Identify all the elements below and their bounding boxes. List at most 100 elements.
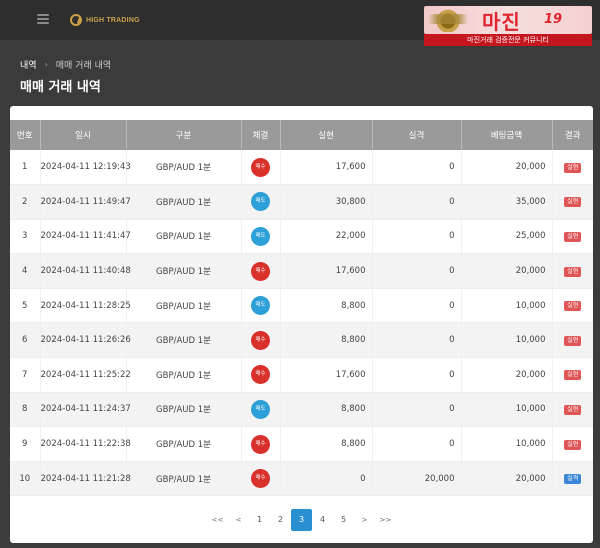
- row-realized: 0: [280, 461, 373, 497]
- row-lost: 0: [372, 253, 462, 289]
- row-side-cell: 매도: [241, 288, 281, 324]
- table-row: 6 2024-04-11 11:26:26 GBP/AUD 1분 매수 8,800 0 10…: [10, 322, 593, 359]
- trade-history-table: 번호 일시 구분 체결 실현 실격 베팅금액 결과 1 2024-04-11 12…: [10, 120, 593, 497]
- page-button[interactable]: 2: [270, 509, 291, 531]
- row-side-cell: 매수: [241, 322, 281, 359]
- watermark-tag: 19: [544, 12, 563, 27]
- first-page-button[interactable]: <<: [207, 509, 228, 531]
- result-badge: 실현: [564, 197, 582, 208]
- result-badge: 실현: [564, 404, 582, 415]
- row-datetime: 2024-04-11 11:25:22: [40, 357, 131, 393]
- side-badge: 매도: [251, 296, 270, 316]
- app-logo[interactable]: HIGH TRADING: [70, 11, 140, 29]
- result-badge: 실현: [564, 439, 582, 450]
- row-lost: 0: [372, 150, 462, 186]
- row-result-cell: 실현: [552, 253, 593, 289]
- row-number: 3: [10, 219, 41, 255]
- result-badge: 실현: [564, 231, 582, 242]
- column-header: 결과: [552, 120, 593, 150]
- row-bet: 25,000: [461, 219, 553, 255]
- menu-icon[interactable]: [37, 14, 49, 24]
- result-badge: 실현: [564, 266, 582, 277]
- last-page-button[interactable]: >>: [375, 509, 396, 531]
- row-realized: 17,600: [280, 150, 373, 186]
- result-badge: 실현: [564, 301, 582, 312]
- page-button[interactable]: 1: [249, 509, 270, 531]
- row-bet: 20,000: [461, 253, 553, 289]
- table-row: 4 2024-04-11 11:40:48 GBP/AUD 1분 매수 17,600 0 2…: [10, 253, 593, 289]
- row-datetime: 2024-04-11 11:24:37: [40, 392, 131, 428]
- row-realized: 17,600: [280, 253, 373, 289]
- row-result-cell: 실현: [552, 322, 593, 359]
- pagination: << < 1 2 3 4 5 > >>: [10, 509, 593, 531]
- row-type: GBP/AUD 1분: [126, 184, 242, 220]
- row-lost: 0: [372, 219, 462, 255]
- page-button[interactable]: 5: [333, 509, 354, 531]
- result-badge: 실현: [564, 335, 582, 346]
- row-realized: 8,800: [280, 392, 373, 428]
- row-number: 9: [10, 426, 41, 462]
- row-datetime: 2024-04-11 11:49:47: [40, 184, 131, 220]
- row-datetime: 2024-04-11 11:26:26: [40, 322, 131, 359]
- table-row: 1 2024-04-11 12:19:43 GBP/AUD 1분 매수 17,600 0 2…: [10, 150, 593, 186]
- row-type: GBP/AUD 1분: [126, 253, 242, 289]
- row-result-cell: 실현: [552, 357, 593, 393]
- row-side-cell: 매수: [241, 426, 281, 462]
- current-page-button[interactable]: 3: [291, 509, 312, 531]
- breadcrumb-separator-icon: ›: [44, 60, 48, 69]
- emblem-icon: [428, 8, 468, 32]
- row-datetime: 2024-04-11 11:22:38: [40, 426, 131, 462]
- row-datetime: 2024-04-11 11:21:28: [40, 461, 131, 497]
- row-datetime: 2024-04-11 11:41:47: [40, 219, 131, 255]
- prev-page-button[interactable]: <: [228, 509, 249, 531]
- row-type: GBP/AUD 1분: [126, 426, 242, 462]
- row-bet: 20,000: [461, 357, 553, 393]
- row-type: GBP/AUD 1분: [126, 150, 242, 186]
- row-bet: 35,000: [461, 184, 553, 220]
- row-lost: 0: [372, 392, 462, 428]
- row-realized: 8,800: [280, 288, 373, 324]
- row-side-cell: 매도: [241, 184, 281, 220]
- row-type: GBP/AUD 1분: [126, 219, 242, 255]
- side-badge: 매도: [251, 399, 270, 419]
- row-bet: 20,000: [461, 150, 553, 186]
- row-datetime: 2024-04-11 12:19:43: [40, 150, 131, 186]
- table-row: 9 2024-04-11 11:22:38 GBP/AUD 1분 매수 8,800 0 10…: [10, 426, 593, 462]
- next-page-button[interactable]: >: [354, 509, 375, 531]
- row-number: 7: [10, 357, 41, 393]
- row-result-cell: 실현: [552, 426, 593, 462]
- row-realized: 8,800: [280, 426, 373, 462]
- side-badge: 매수: [251, 261, 270, 281]
- row-realized: 22,000: [280, 219, 373, 255]
- row-side-cell: 매수: [241, 461, 281, 497]
- row-result-cell: 실현: [552, 150, 593, 186]
- side-badge: 매수: [251, 365, 270, 385]
- breadcrumb-root[interactable]: 내역: [20, 58, 37, 71]
- row-bet: 10,000: [461, 426, 553, 462]
- table-row: 5 2024-04-11 11:28:25 GBP/AUD 1분 매도 8,800 0 10…: [10, 288, 593, 324]
- logo-text: HIGH TRADING: [86, 16, 140, 24]
- row-bet: 10,000: [461, 392, 553, 428]
- side-badge: 매수: [251, 330, 270, 350]
- watermark-logo: 마진 19 마진거래 검증전문 커뮤니티: [424, 6, 592, 46]
- row-type: GBP/AUD 1분: [126, 461, 242, 497]
- table-row: 3 2024-04-11 11:41:47 GBP/AUD 1분 매도 22,000 0 2…: [10, 219, 593, 255]
- row-realized: 17,600: [280, 357, 373, 393]
- column-header: 실현: [280, 120, 373, 150]
- table-row: 7 2024-04-11 11:25:22 GBP/AUD 1분 매수 17,600 0 2…: [10, 357, 593, 393]
- row-lost: 20,000: [372, 461, 462, 497]
- column-header: 실격: [372, 120, 462, 150]
- row-number: 2: [10, 184, 41, 220]
- row-realized: 30,800: [280, 184, 373, 220]
- result-badge: 실현: [564, 370, 582, 381]
- column-header: 베팅금액: [461, 120, 553, 150]
- page-button[interactable]: 4: [312, 509, 333, 531]
- row-type: GBP/AUD 1분: [126, 288, 242, 324]
- row-type: GBP/AUD 1분: [126, 392, 242, 428]
- row-datetime: 2024-04-11 11:40:48: [40, 253, 131, 289]
- trade-history-card: 번호 일시 구분 체결 실현 실격 베팅금액 결과 1 2024-04-11 12…: [10, 106, 593, 543]
- side-badge: 매도: [251, 226, 270, 246]
- column-header: 번호: [10, 120, 41, 150]
- row-bet: 10,000: [461, 322, 553, 359]
- row-side-cell: 매수: [241, 150, 281, 186]
